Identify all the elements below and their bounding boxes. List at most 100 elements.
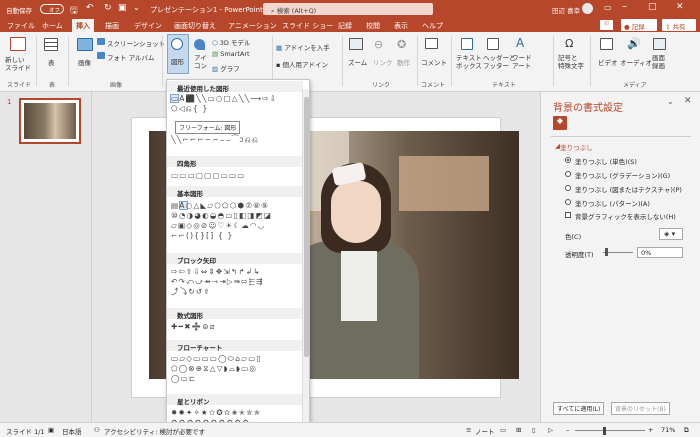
avatar[interactable] — [582, 3, 593, 14]
comment-pane-icon[interactable]: ⚐ — [600, 20, 613, 30]
tab-animations[interactable]: アニメーション — [228, 21, 277, 31]
photo-album-button[interactable]: フォト アルバム — [107, 52, 155, 62]
equation-shapes-row[interactable]: ✚━✖➗⊜⧄ — [171, 322, 216, 331]
action-button[interactable]: 動作 — [397, 57, 410, 67]
video-button[interactable]: ビデオ — [598, 57, 618, 67]
screen-recording-icon — [653, 38, 666, 50]
tab-home[interactable]: ホーム — [42, 21, 63, 31]
fit-slide-icon[interactable]: ⧉ — [684, 426, 689, 435]
block-arrows-row-3[interactable]: ⤴⤵↻↺⇪ — [171, 287, 211, 296]
tab-file[interactable]: ファイル — [7, 21, 35, 31]
new-slide-button[interactable]: 新しい スライド — [5, 56, 31, 72]
screen-recording-button[interactable]: 画面 録画 — [652, 54, 665, 70]
transparency-slider-thumb[interactable] — [605, 248, 608, 256]
stars-row-1[interactable]: ✸✹✦✧★✩✪✫✬✭✮✯ — [171, 408, 261, 417]
recent-shapes-row-2[interactable]: ⬠◁⎌{ } — [171, 104, 208, 113]
radio-pattern-fill[interactable] — [565, 199, 571, 205]
reading-view-icon[interactable]: ▯ — [532, 426, 536, 434]
language-indicator[interactable]: 日本語 — [62, 426, 82, 436]
spellcheck-icon[interactable]: ▣ — [48, 426, 54, 434]
fill-bucket-icon[interactable]: ◆ — [553, 116, 567, 130]
slideshow-view-icon[interactable]: ▷ — [548, 426, 553, 434]
tab-view[interactable]: 表示 — [394, 21, 408, 31]
shapes-button[interactable]: 図形 — [171, 56, 184, 66]
close-icon[interactable]: ✕ — [676, 2, 684, 12]
zoom-level[interactable]: 71% — [661, 426, 675, 434]
color-picker-button[interactable]: ◈ ▾ — [659, 228, 683, 240]
share-button[interactable]: ⇪ 共有 — [662, 19, 696, 31]
save-icon[interactable]: 🖫 — [70, 3, 78, 19]
3d-models-button[interactable]: ⬡ 3D モデル — [212, 37, 250, 47]
rectangles-row[interactable]: ▭▭▭▢▢▢▭▭▭ — [171, 171, 246, 180]
tab-insert[interactable]: 挿入 — [72, 19, 94, 32]
maximize-icon[interactable]: □ — [648, 2, 657, 12]
block-arrows-row-2[interactable]: ↶↷⤺⤻⇴⇾⇥▷⇛⇰⬱⇶ — [171, 277, 264, 286]
reset-background-button[interactable]: 背景のリセット(B) — [611, 402, 670, 415]
icons-button[interactable]: アイ コン — [194, 54, 207, 70]
normal-view-icon[interactable]: ▭ — [500, 426, 506, 434]
chart-button[interactable]: ▥ グラフ — [212, 63, 240, 73]
undo-icon[interactable]: ↶ — [86, 3, 94, 13]
shapes-scrollbar-thumb[interactable] — [304, 97, 309, 357]
smartart-button[interactable]: ▤ SmartArt — [212, 50, 250, 58]
textbox-button[interactable]: テキスト ボックス — [456, 54, 482, 70]
tab-review[interactable]: 校閲 — [366, 21, 380, 31]
slide-thumbnail[interactable] — [19, 98, 81, 144]
screenshot-button[interactable]: スクリーンショット — [107, 38, 165, 48]
zoom-in-icon[interactable]: + — [648, 426, 653, 434]
zoom-out-icon[interactable]: – — [566, 426, 569, 434]
tab-slideshow[interactable]: スライド ショー — [282, 21, 333, 31]
qat-more-icon[interactable]: ⌄ — [133, 3, 140, 12]
basic-shapes-row-1[interactable]: ▤A○△◣▱⬡⬠⬡⬢⑦⑧⑨ — [171, 201, 269, 210]
lines-row[interactable]: ╲╲⌐⌐⌐∽∽⌣⌣⁀ↄ⎌⎌ — [171, 135, 259, 144]
apply-to-all-button[interactable]: すべてに適用(L) — [553, 402, 605, 415]
basic-shapes-row-4[interactable]: ⌐⌐(){}[] { } — [171, 231, 234, 240]
flowchart-row-1[interactable]: ▭▱◇▭▭▭◯⬭⌂▱▭▯ — [171, 354, 262, 363]
radio-picture-fill[interactable] — [565, 185, 571, 191]
minimize-icon[interactable]: – — [622, 1, 627, 12]
radio-solid-fill[interactable] — [565, 157, 571, 163]
radio-gradient-fill[interactable] — [565, 171, 571, 177]
present-icon[interactable]: ▣ — [118, 3, 127, 13]
ribbon-display-icon[interactable]: ▭ — [604, 3, 612, 12]
pane-options-icon[interactable]: ⌄ — [667, 97, 674, 106]
basic-shapes-row-3[interactable]: ▱▣◇◎⊘☺♡☀☾☁◠◡ — [171, 221, 265, 230]
notes-button[interactable]: ノート — [475, 426, 495, 436]
get-addins-button[interactable]: ▦ アドインを入手 — [276, 42, 330, 52]
comment-button[interactable]: コメント — [421, 57, 447, 67]
tab-help[interactable]: ヘルプ — [422, 21, 443, 31]
zoom-slider-thumb[interactable] — [603, 427, 606, 435]
image-button[interactable]: 画像 — [78, 57, 91, 67]
flowchart-row-2[interactable]: ⬠◯⊗⊕⧖△▽◗⌓◗▭◎ — [171, 364, 257, 373]
tab-draw[interactable]: 描画 — [105, 21, 119, 31]
tab-transitions[interactable]: 画面切り替え — [174, 21, 216, 31]
accessibility-status[interactable]: アクセシビリティ: 検討が必要です — [104, 426, 205, 436]
transparency-input[interactable]: 0% — [637, 247, 683, 258]
recent-shapes-row-1[interactable]: ▭A⬛╲╲▭○□△╲╲⟶⇨⇩ — [171, 94, 277, 103]
autosave-toggle[interactable]: オフ — [40, 4, 64, 14]
block-arrows-row-1[interactable]: ⇨⇦⇧⇩⇔⇕✥⇲↰↱↲↳ — [171, 267, 261, 276]
my-addins-button[interactable]: ▪ 個人用アドイン — [276, 59, 328, 69]
table-button[interactable]: 表 — [48, 57, 55, 67]
zoom-button[interactable]: ズーム — [348, 57, 367, 67]
tab-record[interactable]: 記録 — [338, 21, 352, 31]
record-button[interactable]: ● 記録 — [621, 19, 657, 31]
audio-button[interactable]: オーディオ — [620, 57, 652, 67]
symbol-button[interactable]: 記号と 特殊文字 — [558, 54, 584, 70]
search-input[interactable]: ⌕ 検索 (Alt+Q) — [263, 3, 433, 15]
wordart-button[interactable]: ワード アート — [512, 54, 532, 70]
tab-design[interactable]: デザイン — [134, 21, 162, 31]
header-footer-button[interactable]: ヘッダーと フッター — [483, 54, 516, 70]
link-button[interactable]: リンク — [373, 57, 393, 67]
redo-icon[interactable]: ↻ — [104, 3, 112, 13]
fill-section-header[interactable]: ◢ 塗りつぶし — [555, 142, 593, 152]
table-icon — [44, 38, 58, 51]
hide-graphics-checkbox[interactable] — [565, 212, 571, 218]
basic-shapes-row-2[interactable]: ⑩◔◑◕◐◒◓▭▯◧◨◩◪ — [171, 211, 272, 220]
flowchart-row-3[interactable]: ◯▭⊏ — [171, 374, 196, 383]
header-footer-icon — [487, 38, 499, 50]
slide-sorter-icon[interactable]: ⊞ — [516, 426, 521, 434]
zoom-slider[interactable] — [575, 430, 645, 431]
shapes-scrollbar[interactable] — [302, 89, 309, 427]
pane-close-icon[interactable]: ✕ — [684, 96, 692, 106]
